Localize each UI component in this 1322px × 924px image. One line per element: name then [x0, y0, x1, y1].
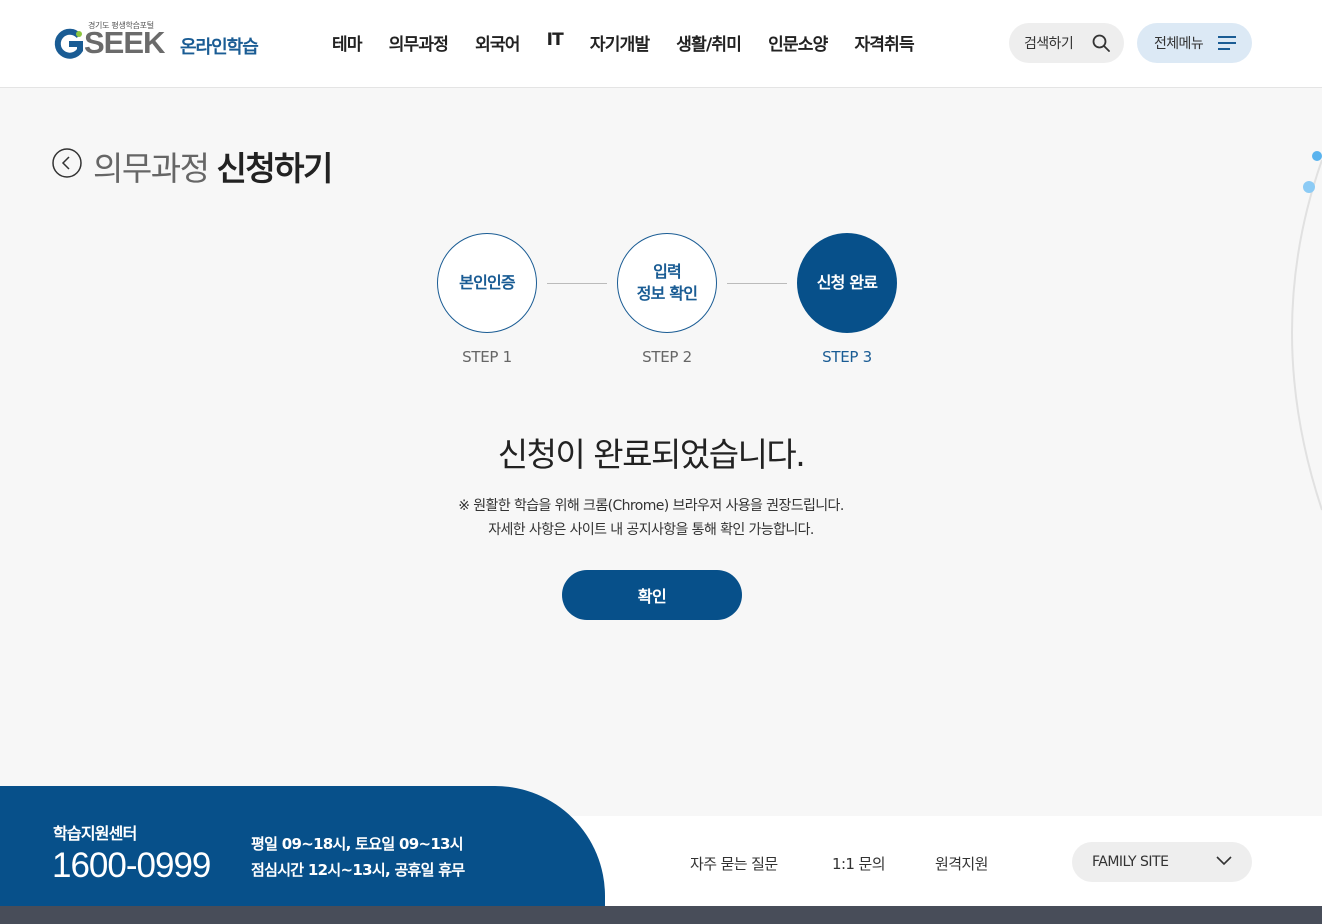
logo-brand: SEEK [84, 25, 165, 60]
step-3-circle: 신청 완료 [797, 233, 897, 333]
step-2-label: STEP 2 [642, 348, 692, 366]
nav-item-it[interactable]: IT [547, 30, 564, 55]
page-title-main: 신청하기 [216, 149, 333, 188]
step-1: 본인인증 STEP 1 [437, 233, 537, 366]
step-2-circle: 입력 정보 확인 [617, 233, 717, 333]
site-logo[interactable]: 경기도 평생학습포털 SEEK 온라인학습 [52, 18, 272, 64]
completion-message: 신청이 완료되었습니다. [497, 435, 806, 474]
nav-item-theme[interactable]: 테마 [332, 30, 362, 55]
nav-item-language[interactable]: 외국어 [475, 30, 520, 55]
page-title-prefix: 의무과정 [93, 149, 210, 188]
faq-link[interactable]: 자주 묻는 질문 [690, 853, 778, 874]
one-on-one-inquiry-link[interactable]: 1:1 문의 [832, 853, 886, 874]
g-logo-icon [54, 28, 83, 59]
step-1-label: STEP 1 [462, 348, 512, 366]
step-connector [547, 283, 607, 284]
back-arrow-icon[interactable] [52, 148, 82, 178]
support-hours-weekday: 평일 09~18시, 토요일 09~13시 [251, 835, 464, 853]
notice-line-1: ※ 원활한 학습을 위해 크롬(Chrome) 브라우저 사용을 권장드립니다. [458, 498, 844, 514]
step-3: 신청 완료 STEP 3 [797, 233, 897, 366]
search-button[interactable]: 검색하기 [1009, 23, 1124, 63]
family-site-select[interactable]: FAMILY SITE [1072, 842, 1252, 882]
hamburger-icon [1218, 36, 1236, 50]
browser-notice: ※ 원활한 학습을 위해 크롬(Chrome) 브라우저 사용을 권장드립니다.… [0, 494, 1302, 542]
chevron-down-icon [1216, 856, 1232, 866]
support-hours: 평일 09~18시, 토요일 09~13시 점심시간 12시~13시, 공휴일 … [251, 831, 465, 883]
remote-support-link[interactable]: 원격지원 [935, 853, 988, 874]
nav-item-self-dev[interactable]: 자기개발 [590, 30, 650, 55]
main-nav: 테마 의무과정 외국어 IT 자기개발 생활/취미 인문소양 자격취득 [332, 30, 941, 55]
support-center-label: 학습지원센터 [53, 824, 137, 843]
step-2: 입력 정보 확인 STEP 2 [617, 233, 717, 366]
search-icon [1092, 34, 1110, 52]
search-button-label: 검색하기 [1024, 36, 1074, 52]
support-hours-lunch: 점심시간 12시~13시, 공휴일 휴무 [251, 861, 465, 879]
nav-item-mandatory[interactable]: 의무과정 [389, 30, 449, 55]
nav-item-hobby[interactable]: 생활/취미 [676, 30, 742, 55]
notice-line-2: 자세한 사항은 사이트 내 공지사항을 통해 확인 가능합니다. [488, 522, 814, 538]
site-header: 경기도 평생학습포털 SEEK 온라인학습 테마 의무과정 외국어 IT 자기개… [0, 0, 1322, 88]
footer-bottom-strip [0, 906, 1322, 924]
support-phone-number: 1600-0999 [52, 846, 211, 885]
family-site-label: FAMILY SITE [1092, 854, 1169, 870]
page-title: 의무과정 신청하기 [93, 142, 333, 190]
step-connector [727, 283, 787, 284]
all-menu-button[interactable]: 전체메뉴 [1137, 23, 1252, 63]
all-menu-label: 전체메뉴 [1154, 36, 1204, 52]
step-3-label: STEP 3 [822, 348, 872, 366]
step-1-circle: 본인인증 [437, 233, 537, 333]
nav-item-humanities[interactable]: 인문소양 [768, 30, 828, 55]
confirm-button[interactable]: 확인 [562, 570, 742, 620]
logo-online-text: 온라인학습 [180, 37, 259, 58]
nav-item-certification[interactable]: 자격취득 [854, 30, 914, 55]
